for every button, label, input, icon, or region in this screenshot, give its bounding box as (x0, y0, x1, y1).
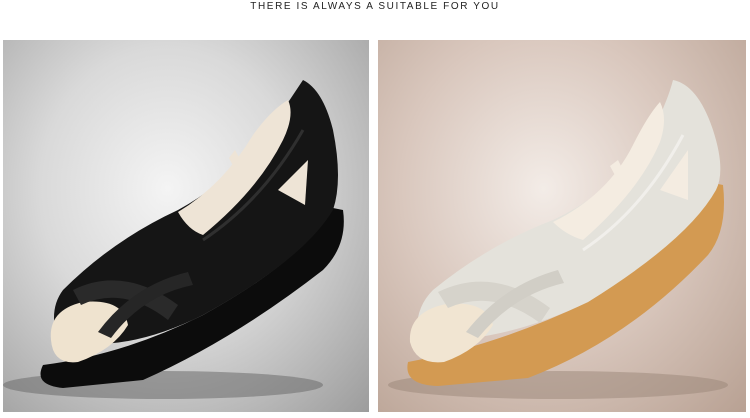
white-shoe-illustration (388, 80, 728, 399)
page-heading: THERE IS ALWAYS A SUITABLE FOR YOU (250, 1, 500, 12)
product-photo-black-shoe (3, 40, 369, 412)
black-shoe-illustration (3, 80, 344, 399)
product-photo-white-shoe (378, 40, 746, 412)
